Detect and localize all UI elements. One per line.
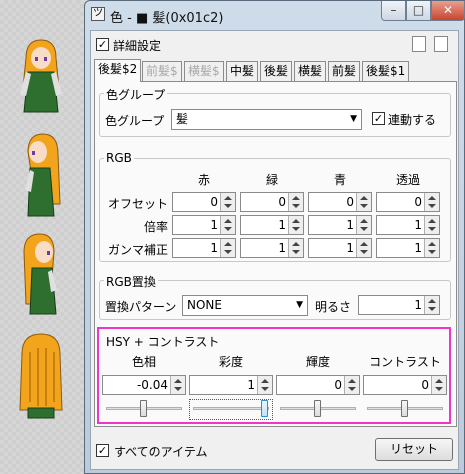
offset-red-spinner[interactable]: 0 — [172, 192, 236, 212]
hsy-title: HSY + コントラスト — [104, 333, 222, 350]
rgb-row-label: 倍率 — [143, 220, 168, 234]
window-title: 色 - ■ 髪(0x01c2) — [110, 11, 224, 26]
tab-side-hair-dollar[interactable]: 横髪$ — [184, 61, 224, 81]
replace-pattern-label: 置換パターン — [105, 300, 177, 314]
detail-settings-checkbox[interactable]: ✓ — [96, 38, 109, 51]
hue-spinner[interactable]: -0.04 — [102, 375, 186, 395]
character-sprite-back — [19, 333, 63, 419]
color-group-dropdown[interactable]: 髪 ▼ — [171, 109, 362, 130]
link-label: 連動する — [388, 113, 437, 127]
character-sprite-front — [20, 39, 62, 113]
gamma-alpha-spinner[interactable]: 1 — [376, 238, 440, 258]
tab-back-hair[interactable]: 後髪 — [260, 61, 293, 81]
chevron-down-icon: ▼ — [296, 300, 303, 310]
saturation-slider-track — [193, 407, 269, 410]
offset-alpha-spinner[interactable]: 0 — [376, 192, 440, 212]
rgb-col-green: 緑 — [265, 173, 278, 187]
saturation-slider-thumb[interactable] — [261, 400, 268, 417]
sprite-preview-panel — [0, 0, 84, 474]
hue-slider-thumb[interactable] — [140, 400, 147, 417]
luminance-label: 輝度 — [305, 355, 330, 369]
contrast-label: コントラスト — [369, 355, 441, 369]
gamma-green-spinner[interactable]: 1 — [240, 238, 304, 258]
luminance-spinner[interactable]: 0 — [276, 375, 360, 395]
luminance-slider-thumb[interactable] — [314, 400, 321, 417]
brightness-label: 明るさ — [315, 300, 352, 314]
offset-green-spinner[interactable]: 0 — [240, 192, 304, 212]
rgb-col-red: 赤 — [197, 173, 210, 187]
replace-pattern-dropdown[interactable]: NONE ▼ — [182, 295, 308, 316]
rgb-title: RGB — [104, 151, 134, 165]
character-sprite-side — [25, 133, 61, 217]
scale-red-spinner[interactable]: 1 — [172, 215, 236, 235]
scale-alpha-spinner[interactable]: 1 — [376, 215, 440, 235]
gamma-blue-spinner[interactable]: 1 — [308, 238, 372, 258]
close-button[interactable]: ✕ — [431, 1, 465, 21]
tab-middle-hair[interactable]: 中髪 — [226, 61, 259, 81]
contrast-spinner[interactable]: 0 — [363, 375, 447, 395]
reset-button[interactable]: リセット — [375, 438, 453, 461]
color-group-title: 色グループ — [104, 86, 168, 103]
replace-pattern-value: NONE — [187, 298, 222, 312]
tab-back-hair-1[interactable]: 後髪$1 — [362, 61, 410, 81]
chevron-down-icon: ▼ — [350, 114, 357, 124]
minimize-button[interactable]: – — [381, 1, 406, 21]
rgb-row-label: ガンマ補正 — [107, 243, 168, 257]
scale-blue-spinner[interactable]: 1 — [308, 215, 372, 235]
detail-settings-label: 詳細設定 — [113, 39, 162, 53]
maximize-button[interactable]: □ — [406, 1, 431, 21]
character-sprite-side-alt — [23, 233, 57, 315]
app-icon: ツ — [91, 7, 105, 21]
rgb-col-blue: 青 — [333, 173, 346, 187]
rgb-replace-title: RGB置換 — [104, 273, 158, 290]
brightness-spinner[interactable]: 1 — [358, 295, 440, 315]
tab-front-hair[interactable]: 前髪 — [328, 61, 361, 81]
hue-label: 色相 — [131, 355, 156, 369]
all-items-checkbox[interactable]: ✓ — [96, 444, 109, 457]
all-items-label: すべてのアイテム — [114, 445, 208, 459]
rgb-row-label: オフセット — [107, 197, 168, 211]
saturation-spinner[interactable]: 1 — [189, 375, 273, 395]
gamma-red-spinner[interactable]: 1 — [172, 238, 236, 258]
link-checkbox[interactable]: ✓ — [372, 112, 385, 125]
color-group-value: 髪 — [176, 112, 189, 126]
saturation-label: 彩度 — [218, 355, 243, 369]
copy-icon[interactable] — [412, 36, 426, 52]
rgb-col-alpha: 透過 — [395, 173, 420, 187]
contrast-slider-thumb[interactable] — [401, 400, 408, 417]
tab-front-hair-dollar[interactable]: 前髪$ — [142, 61, 182, 81]
paste-icon[interactable] — [434, 36, 448, 52]
offset-blue-spinner[interactable]: 0 — [308, 192, 372, 212]
color-group-label: 色グループ — [105, 114, 165, 128]
tab-side-hair[interactable]: 横髪 — [294, 61, 327, 81]
scale-green-spinner[interactable]: 1 — [240, 215, 304, 235]
tab-back-hair-2[interactable]: 後髪$2 — [94, 59, 142, 82]
